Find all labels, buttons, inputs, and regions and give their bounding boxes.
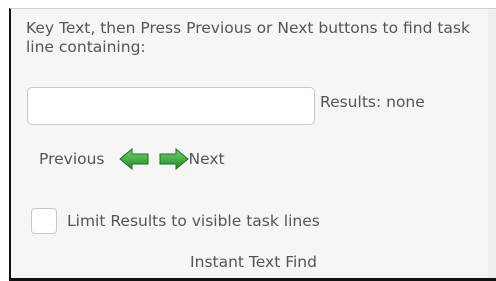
panel-title: Instant Text Find xyxy=(190,253,317,271)
arrow-left-icon xyxy=(118,148,149,170)
right-edge xyxy=(488,9,496,281)
instant-text-find-panel: Key Text, then Press Previous or Next bu… xyxy=(9,8,496,281)
previous-label: Previous xyxy=(39,150,105,168)
next-label: Next xyxy=(188,150,225,168)
next-button[interactable]: Next xyxy=(159,148,225,170)
limit-results-label: Limit Results to visible task lines xyxy=(67,212,320,230)
results-status: Results: none xyxy=(320,93,425,111)
limit-results-row: Limit Results to visible task lines xyxy=(31,208,320,234)
previous-button[interactable]: Previous xyxy=(39,148,149,170)
limit-results-checkbox[interactable] xyxy=(31,208,57,234)
navigation-row: Previous Next xyxy=(39,147,225,171)
instructions-text: Key Text, then Press Previous or Next bu… xyxy=(26,19,470,56)
search-input[interactable] xyxy=(27,87,315,125)
arrow-right-icon xyxy=(159,148,189,170)
